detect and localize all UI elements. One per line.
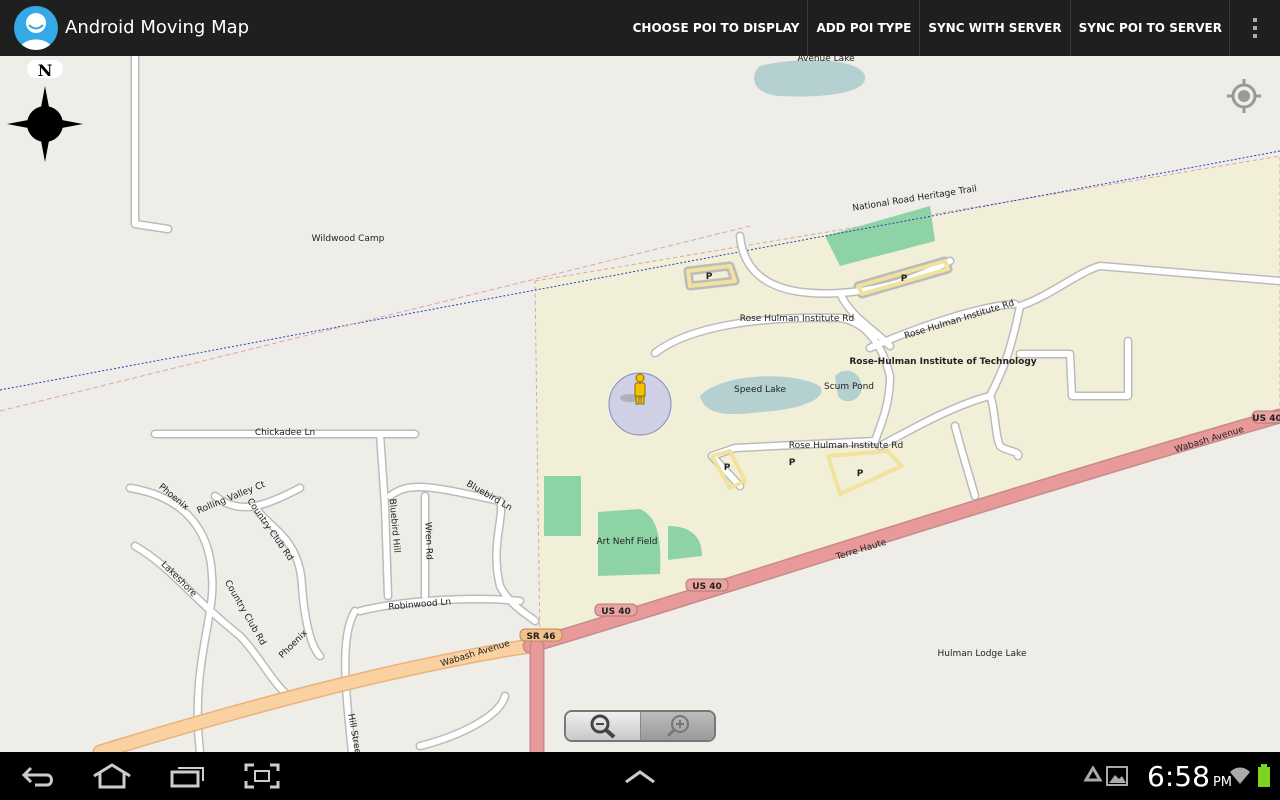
sync-with-server-button[interactable]: SYNC WITH SERVER bbox=[919, 0, 1069, 56]
wifi-icon bbox=[1228, 764, 1252, 790]
add-poi-type-button[interactable]: ADD POI TYPE bbox=[807, 0, 919, 56]
overflow-menu-icon[interactable] bbox=[1229, 0, 1280, 56]
us40-shield-3: US 40 bbox=[1252, 414, 1280, 424]
sync-poi-to-server-button[interactable]: SYNC POI TO SERVER bbox=[1069, 0, 1230, 56]
map-label-wildwood-camp: Wildwood Camp bbox=[312, 234, 385, 244]
map-label-scum-pond: Scum Pond bbox=[824, 382, 874, 392]
person-app-icon[interactable] bbox=[14, 6, 58, 50]
parking-label: P bbox=[706, 272, 713, 282]
map-label-chickadee: Chickadee Ln bbox=[255, 428, 315, 438]
map-label-lakeshore: Lakeshore bbox=[159, 560, 199, 600]
back-icon[interactable] bbox=[15, 760, 63, 792]
home-icon[interactable] bbox=[88, 760, 136, 792]
screenshot-icon[interactable] bbox=[238, 760, 286, 792]
my-location-icon[interactable] bbox=[1226, 78, 1262, 114]
zoom-in-button[interactable] bbox=[640, 712, 714, 740]
zoom-in-icon bbox=[667, 715, 690, 738]
system-navigation-bar: 6:58 PM bbox=[0, 752, 1280, 800]
zoom-out-icon bbox=[590, 714, 616, 739]
recycle-icon bbox=[1082, 765, 1104, 790]
action-bar: Android Moving Map CHOOSE POI TO DISPLAY… bbox=[0, 0, 1280, 57]
map-label-rhit: Rose-Hulman Institute of Technology bbox=[849, 357, 1036, 367]
us40-shield-1: US 40 bbox=[601, 607, 630, 617]
zoom-out-button[interactable] bbox=[566, 712, 641, 740]
sr46-shield: SR 46 bbox=[526, 632, 555, 642]
map-label-art-nehf: Art Nehf Field bbox=[596, 537, 657, 547]
parking-label: P bbox=[789, 458, 796, 468]
clock-time: 6:58 bbox=[1147, 760, 1210, 793]
parking-label: P bbox=[724, 463, 731, 473]
map-label-avenue-lake: Avenue Lake bbox=[797, 56, 855, 64]
action-items: CHOOSE POI TO DISPLAY ADD POI TYPE SYNC … bbox=[625, 0, 1230, 56]
map-label-rh-road-1: Rose Hulman Institute Rd bbox=[740, 314, 854, 324]
zoom-control bbox=[564, 710, 716, 742]
map-label-speed-lake: Speed Lake bbox=[734, 385, 786, 395]
map-label-hulman-lodge: Hulman Lodge Lake bbox=[938, 649, 1027, 659]
status-clock: 6:58 PM bbox=[1147, 760, 1232, 793]
us40-shield-2: US 40 bbox=[692, 582, 721, 592]
chevron-up-icon[interactable] bbox=[616, 760, 664, 792]
map-label-rh-road-3: Rose Hulman Institute Rd bbox=[789, 441, 903, 451]
map-view[interactable]: Avenue Lake Wildwood Camp National Road … bbox=[0, 56, 1280, 752]
compass-north-label: N bbox=[37, 61, 53, 80]
battery-icon bbox=[1257, 764, 1271, 792]
app-title: Android Moving Map bbox=[65, 17, 250, 38]
map-label-wren: Wren Rd bbox=[422, 522, 433, 560]
gallery-icon bbox=[1106, 766, 1128, 790]
current-location-marker[interactable] bbox=[608, 372, 672, 436]
recent-apps-icon[interactable] bbox=[164, 760, 212, 792]
compass-icon[interactable]: N bbox=[5, 60, 85, 164]
parking-label: P bbox=[857, 469, 864, 479]
choose-poi-button[interactable]: CHOOSE POI TO DISPLAY bbox=[625, 0, 808, 56]
map-label-national-road: National Road Heritage Trail bbox=[852, 184, 978, 214]
map-label-phoenix-2: Phoenix bbox=[277, 628, 310, 661]
parking-label: P bbox=[901, 274, 908, 284]
map-label-country-club-1: Country Club Rd bbox=[244, 497, 294, 563]
